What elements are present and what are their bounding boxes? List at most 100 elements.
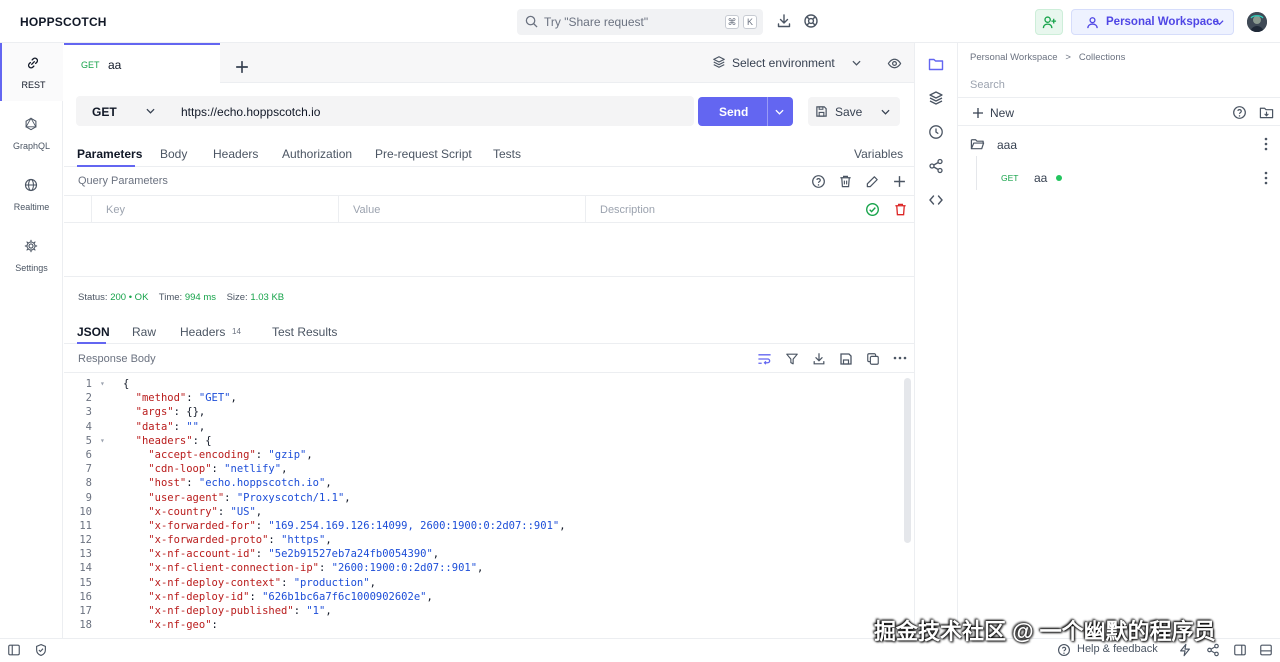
save-label: Save [835,105,863,119]
tab-body[interactable]: Body [160,147,187,161]
code-text: "x-nf-deploy-id": "626b1bc6a7f6c10009026… [148,590,433,603]
json-key: "cdn-loop" [148,463,212,476]
json-value: "Proxyscotch/1.1" [236,491,345,504]
tab-authorization[interactable]: Authorization [282,147,352,161]
line-number: 16 [79,590,92,603]
json-key: "x-country" [148,505,218,518]
param-value-input[interactable]: Value [338,196,585,223]
json-key: "x-nf-deploy-id" [148,590,250,603]
edit-icon[interactable] [865,174,880,189]
search-bar[interactable]: Try "Share request" ⌘ K [517,9,763,35]
add-tab-icon[interactable] [235,57,249,77]
download-icon[interactable] [776,13,792,29]
check-circle-icon[interactable] [865,202,880,217]
invite-user-button[interactable] [1035,9,1063,35]
collections-search-input[interactable]: Search [958,72,1280,98]
nav-graphql[interactable]: GraphQL [0,104,63,162]
avatar-image [1247,12,1267,32]
line-number: 17 [79,605,92,617]
save-icon[interactable] [839,352,853,366]
request-item[interactable]: GET aa [976,156,1280,190]
line-number: 15 [79,576,92,589]
sidebar-toggle-icon[interactable] [7,643,21,657]
line-number: 12 [79,534,92,547]
json-key: "headers" [135,434,193,447]
layers-icon[interactable] [928,90,944,106]
tab-raw[interactable]: Raw [132,325,156,339]
code-line: 8 "host": "echo.hoppscotch.io", [64,476,904,490]
delete-param-icon[interactable] [893,202,908,217]
folder-icon[interactable] [928,56,944,72]
trash-icon[interactable] [838,174,853,189]
active-tab-indicator [77,165,135,167]
environment-selector[interactable]: Select environment [712,55,861,70]
import-icon[interactable] [1259,105,1274,120]
request-tab[interactable]: GET aa [64,43,220,83]
fold-toggle-icon[interactable]: ▾ [100,434,105,448]
tab-variables[interactable]: Variables [854,147,903,161]
copy-icon[interactable] [866,352,880,366]
download-icon[interactable] [812,352,826,366]
more-vertical-icon[interactable] [1264,137,1268,151]
fold-toggle-icon[interactable]: ▾ [100,377,105,391]
method-select[interactable]: GET [92,105,117,119]
more-horizontal-icon[interactable] [893,356,907,360]
tab-test-results[interactable]: Test Results [272,325,337,339]
add-user-icon [1042,16,1057,29]
tab-response-headers[interactable]: Headers [180,325,225,339]
support-icon[interactable] [803,13,819,29]
param-key-input[interactable]: Key [91,196,338,223]
wrap-lines-icon[interactable] [757,352,772,366]
breadcrumb-collections[interactable]: Collections [1079,52,1125,63]
shield-icon[interactable] [34,643,48,657]
code-scrollbar[interactable] [904,378,911,543]
chevron-down-icon[interactable] [881,109,890,115]
tab-pre-request-script[interactable]: Pre-request Script [375,147,472,161]
code-line: 7 "cdn-loop": "netlify", [64,462,904,476]
json-value: "5e2b91527eb7a24fb0054390" [268,548,433,561]
tab-headers[interactable]: Headers [213,147,258,161]
tab-parameters[interactable]: Parameters [77,147,142,161]
chevron-down-icon[interactable] [775,109,784,115]
nav-settings[interactable]: Settings [0,226,63,284]
save-button[interactable]: Save [808,97,900,126]
response-json-viewer[interactable]: 1 ▾{2 "method": "GET", 3 "args": {}, 4 "dat… [64,377,904,632]
query-param-row: Key Value Description [64,195,914,223]
code-line: 18 "x-nf-geo": [64,618,904,632]
help-icon[interactable] [811,174,826,189]
url-input[interactable]: https://echo.hoppscotch.io [181,105,320,119]
json-value: "US" [230,505,256,518]
url-bar: GET https://echo.hoppscotch.io [76,96,694,126]
new-collection-button[interactable]: New [990,106,1014,120]
filter-icon[interactable] [785,352,799,366]
code-icon[interactable] [928,192,944,208]
code-line: 13 "x-nf-account-id": "5e2b91527eb7a24fb… [64,547,904,561]
line-number: 7 [85,463,92,476]
tab-tests[interactable]: Tests [493,147,521,161]
more-vertical-icon[interactable] [1264,171,1268,185]
response-tabs: JSON Raw Headers 14 Test Results [64,318,914,344]
add-param-icon[interactable] [893,175,906,188]
app-logo[interactable]: HOPPSCOTCH [20,15,107,29]
split-view-icon[interactable] [1259,643,1273,657]
plus-icon[interactable] [972,107,984,119]
param-description-input[interactable]: Description [585,196,859,223]
chevron-down-icon[interactable] [146,108,155,114]
collection-item[interactable]: aaa [958,132,1280,156]
layout-icon[interactable] [1233,643,1247,657]
eye-icon[interactable] [887,56,902,71]
nav-rest[interactable]: REST [0,43,63,101]
tab-json[interactable]: JSON [77,325,110,339]
share-icon[interactable] [928,158,944,174]
help-icon[interactable] [1232,105,1247,120]
history-icon[interactable] [928,124,944,140]
code-line: 15 "x-nf-deploy-context": "production", [64,576,904,590]
send-button[interactable]: Send [698,97,793,126]
code-punct: , [426,590,433,603]
nav-realtime[interactable]: Realtime [0,165,63,223]
search-placeholder: Try "Share request" [544,15,649,29]
pane-divider[interactable] [64,276,914,277]
workspace-selector[interactable]: Personal Workspace [1071,9,1234,35]
avatar[interactable] [1247,12,1267,32]
breadcrumb-workspace[interactable]: Personal Workspace [970,52,1057,63]
